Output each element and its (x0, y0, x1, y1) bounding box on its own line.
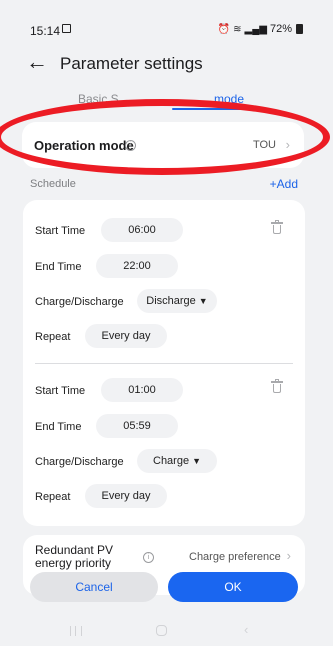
status-indicators: ⏰ ≋ ▂▄▆ 72% (218, 23, 303, 35)
tab-basic-settings[interactable]: Basic S (78, 92, 119, 106)
redundant-pv-label: Redundant PV energy priority (35, 543, 114, 570)
entry-divider (35, 363, 293, 364)
signal-icon: ▂▄▆ (244, 23, 267, 35)
chevron-right-icon: › (286, 548, 291, 563)
trash-icon[interactable] (271, 379, 283, 393)
battery-percent: 72% (269, 23, 292, 35)
start-time-label: Start Time (35, 225, 86, 237)
repeat-label: Repeat (35, 331, 71, 343)
redundant-pv-value: Charge preference (189, 551, 281, 563)
ok-button[interactable]: OK (168, 572, 298, 602)
charge-discharge-select[interactable]: Discharge ▼ (137, 289, 217, 313)
repeat-select[interactable]: Every day (85, 324, 167, 348)
arrow-left-icon[interactable]: ← (26, 51, 48, 73)
charge-discharge-value: Discharge (146, 295, 196, 307)
caret-down-icon: ▼ (198, 296, 208, 306)
status-time: 15:14 (30, 24, 61, 38)
start-time-label: Start Time (35, 385, 86, 397)
tab-bar: Basic S ...mode (0, 88, 333, 110)
tab-operation-mode[interactable]: ...mode (204, 92, 244, 106)
end-time-label: End Time (35, 261, 82, 273)
home-icon[interactable] (156, 625, 167, 636)
recent-apps-icon[interactable] (70, 626, 82, 636)
alarm-icon: ⏰ (217, 23, 231, 35)
header: ← Parameter settings (0, 46, 333, 82)
gallery-notification-icon (62, 24, 71, 33)
caret-down-icon: ▼ (192, 456, 201, 466)
operation-mode-row[interactable]: Operation mode i TOU › (22, 122, 304, 168)
charge-discharge-label: Charge/Discharge (35, 456, 124, 468)
system-nav-bar: ‹ (0, 616, 333, 646)
repeat-select[interactable]: Every day (85, 484, 167, 508)
battery-icon (296, 24, 303, 34)
end-time-picker[interactable]: 22:00 (96, 254, 178, 278)
active-tab-indicator (172, 108, 248, 110)
charge-discharge-select[interactable]: Charge ▼ (137, 449, 217, 473)
trash-icon[interactable] (271, 220, 283, 234)
end-time-label: End Time (35, 421, 82, 433)
operation-mode-value: TOU (252, 139, 276, 151)
page-title: Parameter settings (60, 54, 203, 73)
operation-mode-label: Operation mode (34, 138, 134, 153)
info-icon[interactable]: i (143, 552, 154, 563)
repeat-label: Repeat (35, 491, 71, 503)
info-icon[interactable]: i (125, 140, 136, 151)
status-bar: 15:14 ⏰ ≋ ▂▄▆ 72% (0, 0, 333, 40)
back-nav-icon[interactable]: ‹ (244, 622, 248, 637)
schedule-label: Schedule (30, 178, 76, 190)
start-time-picker[interactable]: 01:00 (101, 378, 183, 402)
charge-discharge-label: Charge/Discharge (35, 296, 124, 308)
add-schedule-button[interactable]: +Add (270, 177, 298, 191)
cancel-button[interactable]: Cancel (30, 572, 158, 602)
chevron-right-icon: › (285, 137, 290, 152)
wifi-icon: ≋ (233, 23, 242, 35)
end-time-picker[interactable]: 05:59 (96, 414, 178, 438)
charge-discharge-value: Charge (153, 455, 190, 467)
schedule-card: Start Time 06:00 End Time 22:00 Charge/D… (23, 200, 305, 526)
start-time-picker[interactable]: 06:00 (101, 218, 183, 242)
